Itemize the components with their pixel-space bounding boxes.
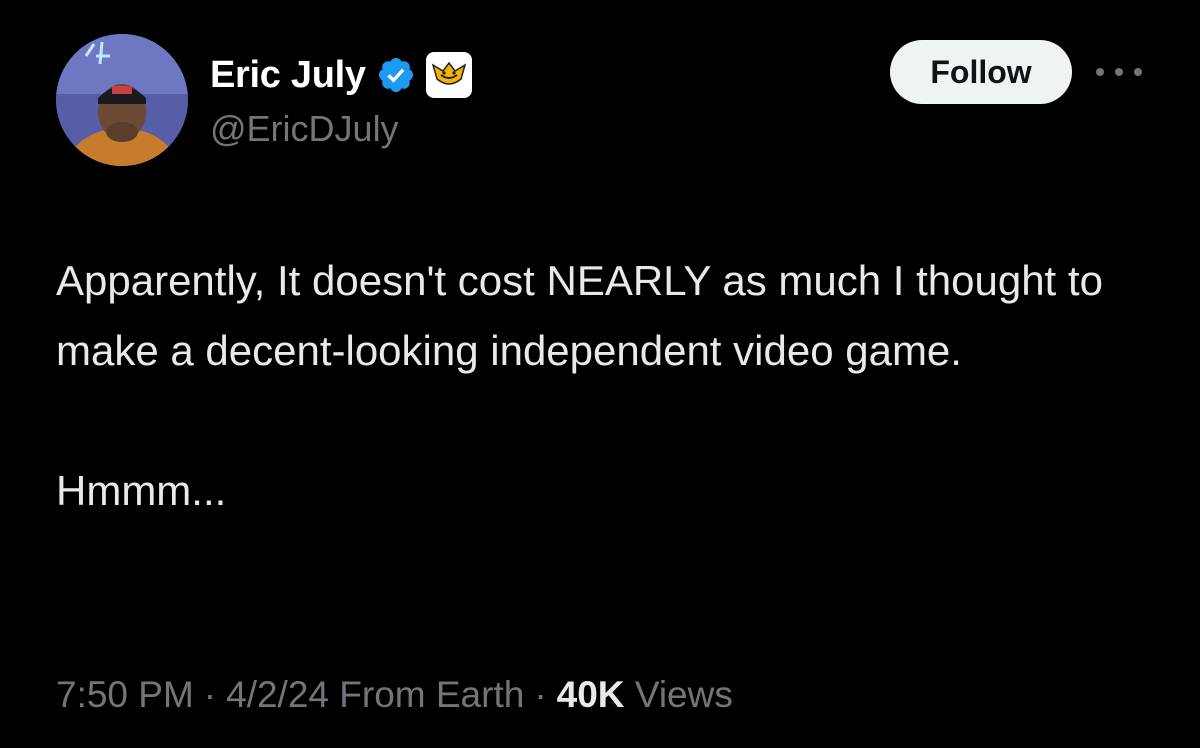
meta-separator: · bbox=[203, 674, 217, 715]
views-count[interactable]: 40K bbox=[557, 674, 625, 715]
meta-separator: · bbox=[534, 674, 547, 715]
more-dot bbox=[1134, 68, 1142, 76]
more-dot bbox=[1115, 68, 1123, 76]
display-name[interactable]: Eric July bbox=[210, 54, 366, 97]
tweet-paragraph: Hmmm... bbox=[56, 467, 227, 514]
more-horizontal-icon[interactable] bbox=[1096, 60, 1142, 84]
avatar[interactable] bbox=[56, 34, 188, 166]
verified-badge-icon bbox=[378, 57, 413, 93]
tweet-meta: 7:50 PM · 4/2/24 From Earth · 40K Views bbox=[56, 674, 733, 716]
author-name-row: Eric July bbox=[210, 52, 472, 98]
tweet-text: Apparently, It doesn't cost NEARLY as mu… bbox=[56, 246, 1156, 526]
tweet-time[interactable]: 7:50 PM bbox=[56, 674, 194, 715]
follow-button[interactable]: Follow bbox=[890, 40, 1072, 104]
affiliate-badge[interactable] bbox=[425, 52, 472, 98]
tweet-paragraph: Apparently, It doesn't cost NEARLY as mu… bbox=[56, 257, 1103, 374]
avatar-image bbox=[56, 34, 188, 166]
tweet: Eric July @EricDJuly Follow Apparently, … bbox=[0, 0, 1200, 748]
more-dot bbox=[1096, 68, 1104, 76]
views-label: Views bbox=[634, 674, 733, 715]
author-handle[interactable]: @EricDJuly bbox=[210, 108, 399, 150]
affiliate-badge-icon bbox=[431, 61, 466, 85]
tweet-date-source[interactable]: 4/2/24 From Earth bbox=[226, 674, 524, 715]
